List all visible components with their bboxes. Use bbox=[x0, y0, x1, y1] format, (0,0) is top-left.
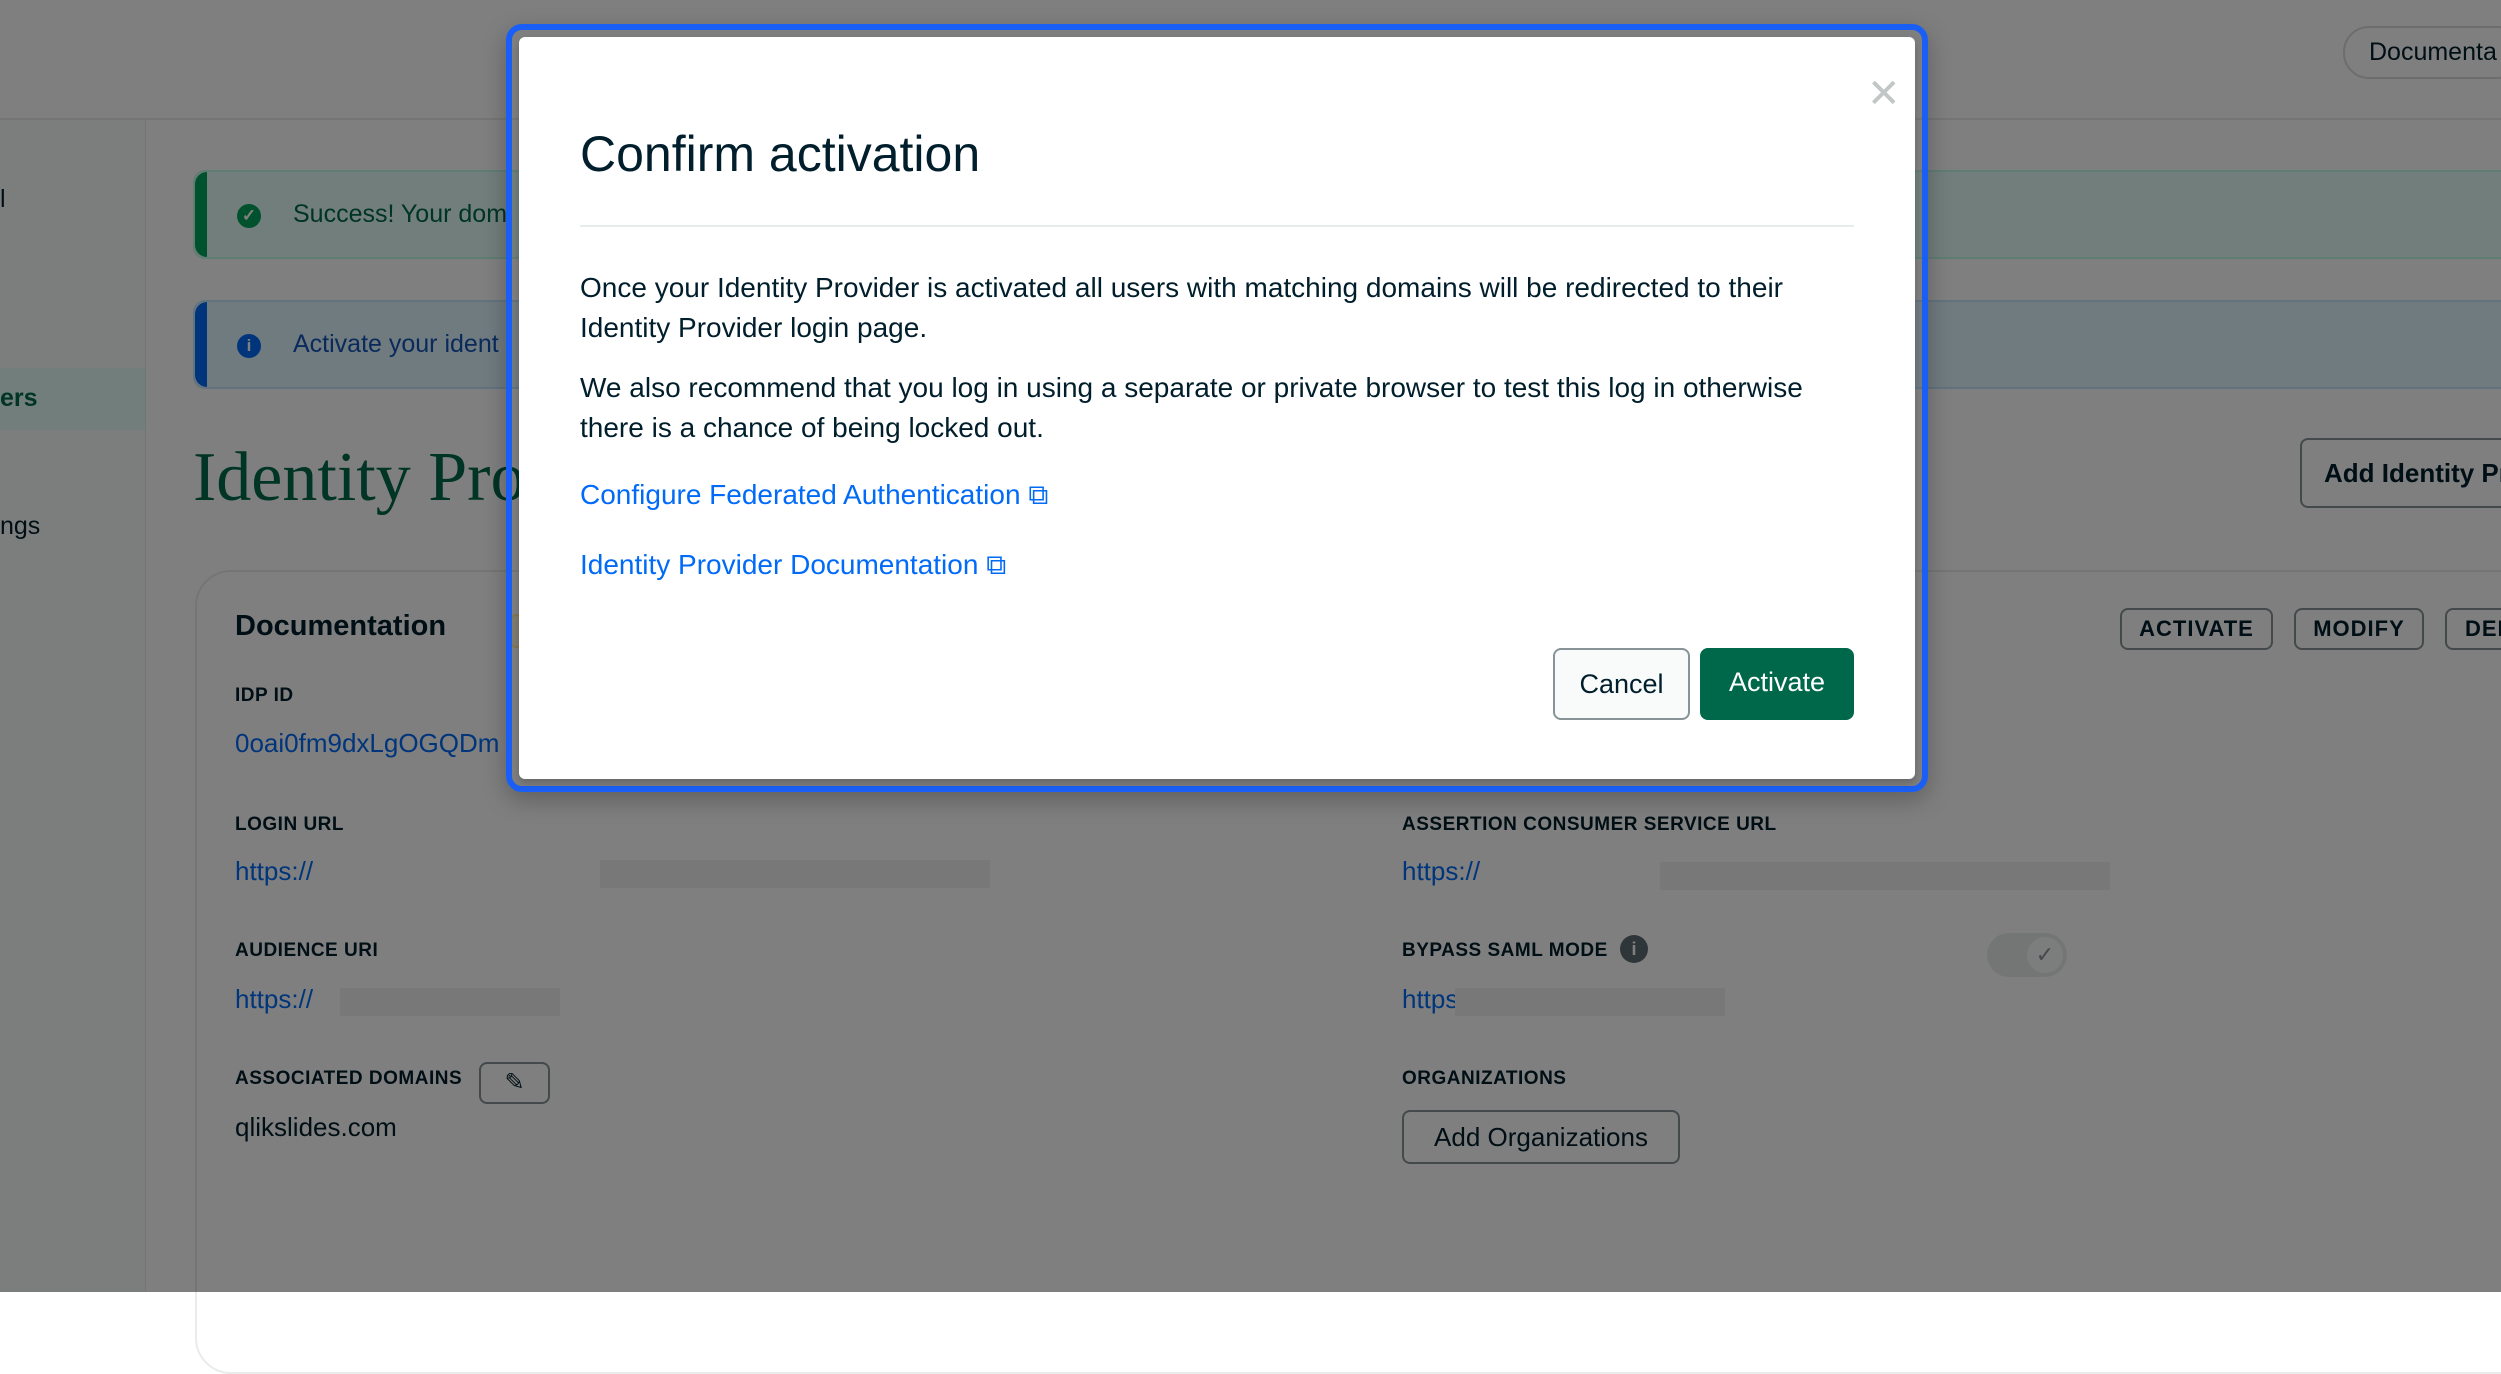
dialog-paragraph-1: Once your Identity Provider is activated… bbox=[580, 272, 1783, 343]
link-label: Configure Federated Authentication bbox=[580, 479, 1021, 510]
idp-documentation-link[interactable]: Identity Provider Documentation ⧉ bbox=[580, 549, 1006, 582]
close-icon[interactable]: ✕ bbox=[1867, 71, 1901, 117]
dialog-divider bbox=[580, 225, 1854, 227]
dialog-title: Confirm activation bbox=[580, 126, 981, 182]
cancel-button[interactable]: Cancel bbox=[1553, 648, 1690, 720]
external-link-icon: ⧉ bbox=[986, 549, 1007, 580]
activate-button[interactable]: Activate bbox=[1700, 648, 1854, 720]
link-label: Identity Provider Documentation bbox=[580, 549, 979, 580]
dialog-paragraph-2: We also recommend that you log in using … bbox=[580, 372, 1803, 443]
confirm-activation-dialog: ✕ Confirm activation Once your Identity … bbox=[519, 37, 1915, 779]
configure-federated-auth-link[interactable]: Configure Federated Authentication ⧉ bbox=[580, 479, 1048, 512]
external-link-icon: ⧉ bbox=[1028, 479, 1049, 510]
